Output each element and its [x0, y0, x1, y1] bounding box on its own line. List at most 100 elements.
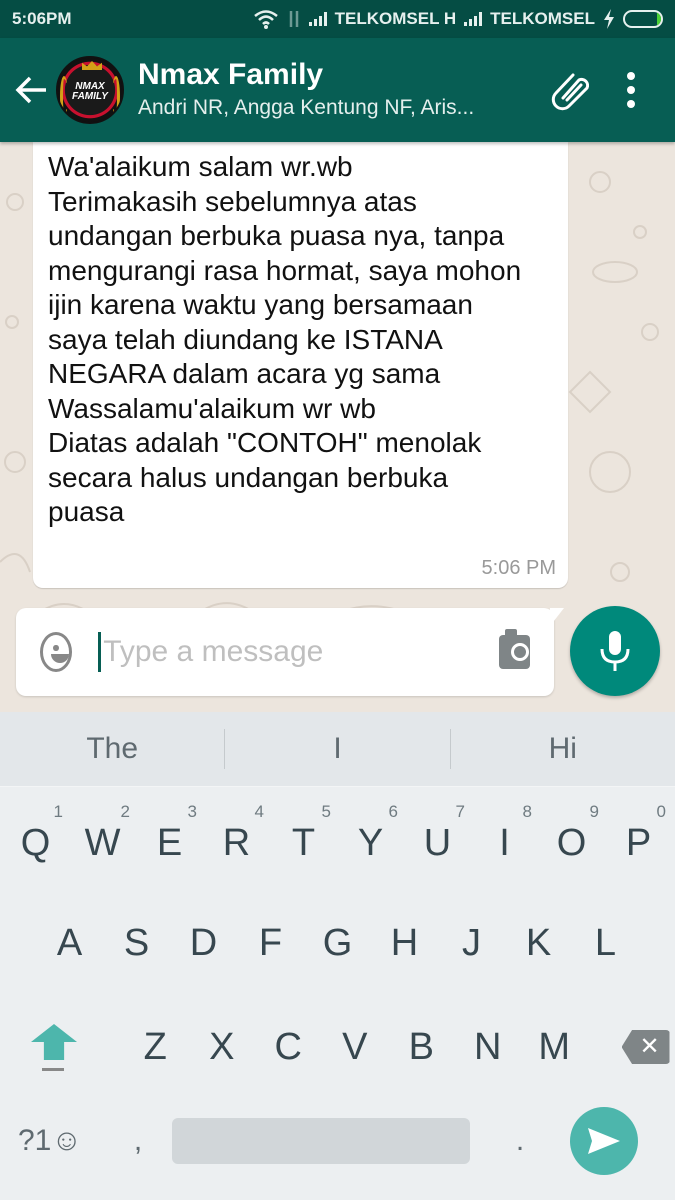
chat-header: NMAX FAMILY Nmax Family Andri NR, Angga … — [0, 38, 675, 142]
crown-icon — [82, 61, 102, 70]
message-line: saya telah diundang ke ISTANA — [48, 323, 443, 355]
key-label: U — [423, 822, 452, 864]
voice-record-button[interactable] — [570, 606, 660, 696]
emoji-button[interactable] — [40, 632, 73, 672]
message-line: Terimakasih sebelumnya atas — [48, 185, 417, 217]
key-hint: 5 — [321, 802, 331, 821]
key[interactable]: J — [438, 922, 505, 965]
message-composer — [16, 608, 564, 696]
key[interactable]: I8 — [471, 802, 538, 865]
message-bubble[interactable]: Wa'alaikum salam wr.wb Terimakasih sebel… — [33, 142, 568, 588]
more-vert-dot — [627, 100, 635, 108]
message-line: NEGARA dalam acara yg sama — [48, 358, 441, 389]
key-row-4: ?1☺ , . — [0, 1107, 675, 1175]
send-key[interactable] — [570, 1107, 638, 1175]
key-hint: 7 — [455, 802, 465, 821]
message-input[interactable] — [98, 632, 490, 672]
status-bar: 5:06PM TELKOMSEL H TELKOMSEL — [0, 0, 675, 38]
avatar-text: NMAX FAMILY — [72, 81, 108, 102]
key[interactable]: C — [255, 1026, 322, 1069]
key[interactable]: N — [455, 1026, 522, 1069]
message-line: undangan berbuka puasa nya, tanpa — [48, 220, 505, 251]
key-hint: 0 — [656, 802, 666, 821]
camera-button[interactable] — [499, 629, 530, 669]
period-key[interactable]: . — [470, 1124, 570, 1158]
key[interactable]: Z — [122, 1026, 189, 1069]
key[interactable]: R4 — [203, 802, 270, 865]
key[interactable]: Q1 — [2, 802, 69, 865]
data-transfer-icon — [289, 11, 298, 27]
emoji-icon — [51, 654, 69, 663]
message-line: Diatas adalah "CONTOH" menolak — [48, 427, 482, 458]
message-timestamp: 5:06 PM — [481, 557, 556, 579]
key[interactable]: K — [505, 922, 572, 965]
message-line: Wassalamu'alaikum wr wb — [48, 392, 376, 424]
message-line: Wa'alaikum salam wr.wb — [48, 151, 353, 182]
key-hint: 3 — [187, 802, 197, 821]
key[interactable]: U7 — [404, 802, 471, 865]
key[interactable]: B — [388, 1026, 455, 1069]
shift-arrow-icon — [31, 1024, 77, 1060]
shift-key[interactable] — [22, 1022, 86, 1072]
group-avatar[interactable]: NMAX FAMILY — [56, 56, 124, 124]
key[interactable]: V — [322, 1026, 389, 1069]
arrow-left-icon — [15, 76, 46, 104]
key[interactable]: F — [237, 922, 304, 965]
key-row-1: Q1 W2 E3 R4 T5 Y6 U7 I8 O9 P0 — [0, 802, 675, 865]
chat-participants: Andri NR, Angga Kentung NF, Aris... — [138, 96, 475, 119]
key[interactable]: L — [572, 922, 639, 965]
battery-icon — [623, 10, 663, 28]
space-key[interactable] — [172, 1118, 470, 1164]
key[interactable]: G — [304, 922, 371, 965]
key[interactable]: M — [521, 1026, 588, 1069]
message-line: ijin karena waktu yang bersamaan — [48, 289, 473, 320]
backspace-key[interactable]: ✕ — [621, 1030, 670, 1064]
carrier-1: TELKOMSEL H — [334, 9, 457, 28]
soft-keyboard: The I Hi Q1 W2 E3 R4 T5 Y6 U7 I8 O9 P0 A… — [0, 712, 675, 1200]
key-label: O — [556, 822, 587, 864]
key-label: Q — [20, 822, 51, 864]
mic-icon — [600, 631, 630, 671]
attach-button[interactable] — [541, 60, 601, 120]
key-label: E — [156, 822, 183, 864]
suggestion-item[interactable]: I — [225, 732, 449, 766]
key[interactable]: D — [170, 922, 237, 965]
wifi-icon — [253, 10, 278, 29]
key[interactable]: X — [189, 1026, 256, 1069]
charging-icon — [604, 9, 614, 29]
key-hint: 6 — [388, 802, 398, 821]
key-label: P — [625, 822, 652, 864]
back-button[interactable] — [6, 75, 56, 105]
symbols-emoji-key[interactable]: ?1☺ — [18, 1124, 108, 1158]
suggestion-strip: The I Hi — [0, 712, 675, 787]
key[interactable]: Y6 — [337, 802, 404, 865]
chat-area[interactable]: Wa'alaikum salam wr.wb Terimakasih sebel… — [0, 142, 675, 712]
more-options-button[interactable] — [601, 60, 661, 120]
key[interactable]: W2 — [69, 802, 136, 865]
key[interactable]: T5 — [270, 802, 337, 865]
key-hint: 2 — [120, 802, 130, 821]
key[interactable]: P0 — [605, 802, 672, 865]
key-label: Y — [357, 822, 384, 864]
key[interactable]: O9 — [538, 802, 605, 865]
chat-title: Nmax Family — [138, 58, 324, 91]
battery-fill — [656, 12, 661, 26]
key-hint: 8 — [522, 802, 532, 821]
key[interactable]: H — [371, 922, 438, 965]
key-hint: 9 — [589, 802, 599, 821]
comma-key[interactable]: , — [108, 1124, 168, 1158]
key[interactable]: A — [36, 922, 103, 965]
key[interactable]: E3 — [136, 802, 203, 865]
carrier-2: TELKOMSEL — [490, 9, 595, 28]
suggestion-item[interactable]: Hi — [451, 732, 675, 766]
key-hint: 1 — [53, 802, 63, 821]
key-label: I — [499, 822, 510, 864]
key-label: T — [291, 822, 316, 864]
key[interactable]: S — [103, 922, 170, 965]
key-hint: 4 — [254, 802, 264, 821]
chat-title-block[interactable]: Nmax Family Andri NR, Angga Kentung NF, … — [138, 57, 541, 123]
send-icon — [588, 1128, 620, 1154]
suggestion-item[interactable]: The — [0, 732, 224, 766]
status-icons: TELKOMSEL H TELKOMSEL — [253, 9, 663, 29]
message-line: mengurangi rasa hormat, saya mohon — [48, 254, 522, 286]
